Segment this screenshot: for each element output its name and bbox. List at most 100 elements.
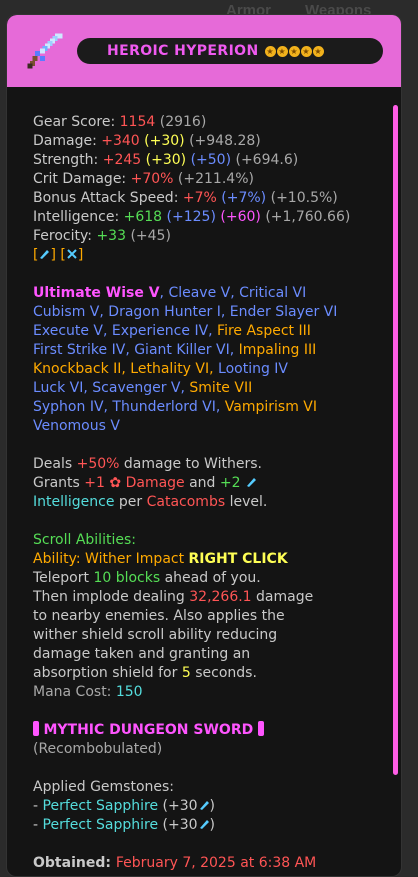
list-dash: - [33,798,43,814]
enchant-list: Luck VI, Scavenger V, [33,380,190,396]
sapphire-gem-icon [40,250,50,259]
stat-extra: (+1,760.66) [265,209,351,225]
combat-gem-icon [67,249,77,259]
list-dash: - [33,817,43,833]
stat-extra: (+45) [130,228,171,244]
desc-text: absorption shield for [33,665,182,681]
gemstones-title: Applied Gemstones: [33,779,175,795]
enchant-list: , Cleave V, Critical VI [159,285,307,301]
star-icon: ★ [288,45,300,57]
stat-value: +618 [123,209,163,225]
stat-value: +340 [101,133,140,149]
ultimate-enchant: Ultimate Wise V [33,285,160,301]
stat-bonus: (+125) [166,209,216,225]
gemstone-item: - Perfect Sapphire (+30) [33,816,383,835]
crit-damage-line: Crit Damage: +70% (+211.4%) [33,170,383,189]
mana-label: Mana Cost: [33,684,116,700]
stat-label: Ferocity: [33,228,92,244]
desc-text: Grants [33,475,85,491]
stat-bonus: (+30) [144,133,185,149]
description-line: Intelligence per Catacombs level. [33,493,383,512]
desc-text: level. [225,494,268,510]
ferocity-line: Ferocity: +33 (+45) [33,227,383,246]
enchant-maxed: Knockback II, Lethality VI, [33,361,219,377]
enchant-list: Execute V, Experience IV, [33,323,218,339]
damage-icon: ✿ [109,475,122,491]
enchant-list: First Strike IV, Giant Killer VI, [33,342,239,358]
obtained-date: February 7, 2025 at 6:38 AM [115,855,317,871]
stat-label: Intelligence: [33,209,120,225]
stat-extra: (+694.6) [235,152,299,168]
desc-value: 5 [181,665,191,681]
ability-trigger: RIGHT CLICK [188,551,288,567]
enchants-line: Ultimate Wise V, Cleave V, Critical VI [33,284,383,303]
desc-text: damage [251,589,314,605]
enchant-list: Looting IV [218,361,289,377]
scroll-abilities-title: Scroll Abilities: [33,532,136,548]
desc-text: and [184,475,220,491]
stat-bonus: (+30) [145,152,187,168]
gem-bonus: (+30 [162,817,198,833]
intelligence-icon [199,801,209,810]
stat-bonus: (+7%) [221,190,267,206]
enchants-line: Execute V, Experience IV, Fire Aspect II… [33,322,383,341]
gem-bonus-close: ) [209,817,216,833]
desc-skill: Catacombs [146,494,226,510]
tooltip-body: Gear Score: 1154 (2916) Damage: +340 (+3… [33,113,383,873]
stat-value: +7% [182,190,217,206]
desc-stat: Intelligence [33,494,115,510]
rarity-line: MYTHIC DUNGEON SWORD [33,721,383,740]
gem-name: Perfect Sapphire [42,798,159,814]
star-icon: ★ [264,45,276,57]
obtained-line: Obtained: February 7, 2025 at 6:38 AM [33,854,383,873]
ability-desc-line: to nearby enemies. Also applies the [33,608,285,624]
ability-desc-line: Teleport 10 blocks ahead of you. [33,569,383,588]
intelligence-line: Intelligence: +618 (+125) (+60) (+1,760.… [33,208,383,227]
desc-text: per [114,494,147,510]
stat-label: Crit Damage: [33,171,127,187]
enchants-line: Luck VI, Scavenger V, Smite VII [33,379,383,398]
desc-value: +2 [219,475,241,491]
enchants-line: Venomous V [33,418,120,434]
mana-value: 150 [115,684,143,700]
rarity-label: MYTHIC DUNGEON SWORD [43,722,254,738]
enchants-line: First Strike IV, Giant Killer VI, Impali… [33,341,383,360]
desc-text: damage to Withers. [119,456,262,472]
stat-extra: (2916) [159,114,207,130]
stat-extra: (+10.5%) [270,190,338,206]
gem-slots-line: [] [] [33,246,383,265]
ability-desc-line: absorption shield for 5 seconds. [33,664,383,683]
desc-value: 32,266.1 [189,589,252,605]
item-name: HEROIC HYPERION [107,43,259,59]
enchants-line: Cubism V, Dragon Hunter I, Ender Slayer … [33,304,338,320]
gear-score-line: Gear Score: 1154 (2916) [33,113,383,132]
desc-text: Then implode dealing [33,589,190,605]
gem-name: Perfect Sapphire [42,817,159,833]
recombobulated-line: (Recombobulated) [33,741,163,757]
stat-value: 1154 [119,114,156,130]
ability-desc-line: damage taken and granting an [33,646,251,662]
star-icon: ★ [276,45,288,57]
strength-line: Strength: +245 (+30) (+50) (+694.6) [33,151,383,170]
ability-desc-line: Then implode dealing 32,266.1 damage [33,588,383,607]
desc-text: Teleport [33,570,94,586]
stat-label: Damage: [33,133,97,149]
stat-label: Strength: [33,152,99,168]
attack-speed-line: Bonus Attack Speed: +7% (+7%) (+10.5%) [33,189,383,208]
enchant-list: Syphon IV, Thunderlord VI, [33,399,225,415]
intelligence-icon [199,820,209,829]
stat-bonus: (+60) [220,209,261,225]
star-icon: ★ [300,45,312,57]
mana-cost-line: Mana Cost: 150 [33,683,383,702]
stat-bonus: (+50) [190,152,232,168]
desc-value: 10 blocks [93,570,161,586]
tooltip-scrollbar[interactable] [393,105,398,775]
enchants-line: Knockback II, Lethality VI, Looting IV [33,360,383,379]
desc-text: ahead of you. [160,570,261,586]
enchant-maxed: Fire Aspect III [217,323,311,339]
rarity-bar-icon [33,721,39,736]
enchant-maxed: Smite VII [189,380,253,396]
description-line: Deals +50% damage to Withers. [33,455,383,474]
stat-value: +245 [102,152,142,168]
gem-bonus-close: ) [209,798,216,814]
